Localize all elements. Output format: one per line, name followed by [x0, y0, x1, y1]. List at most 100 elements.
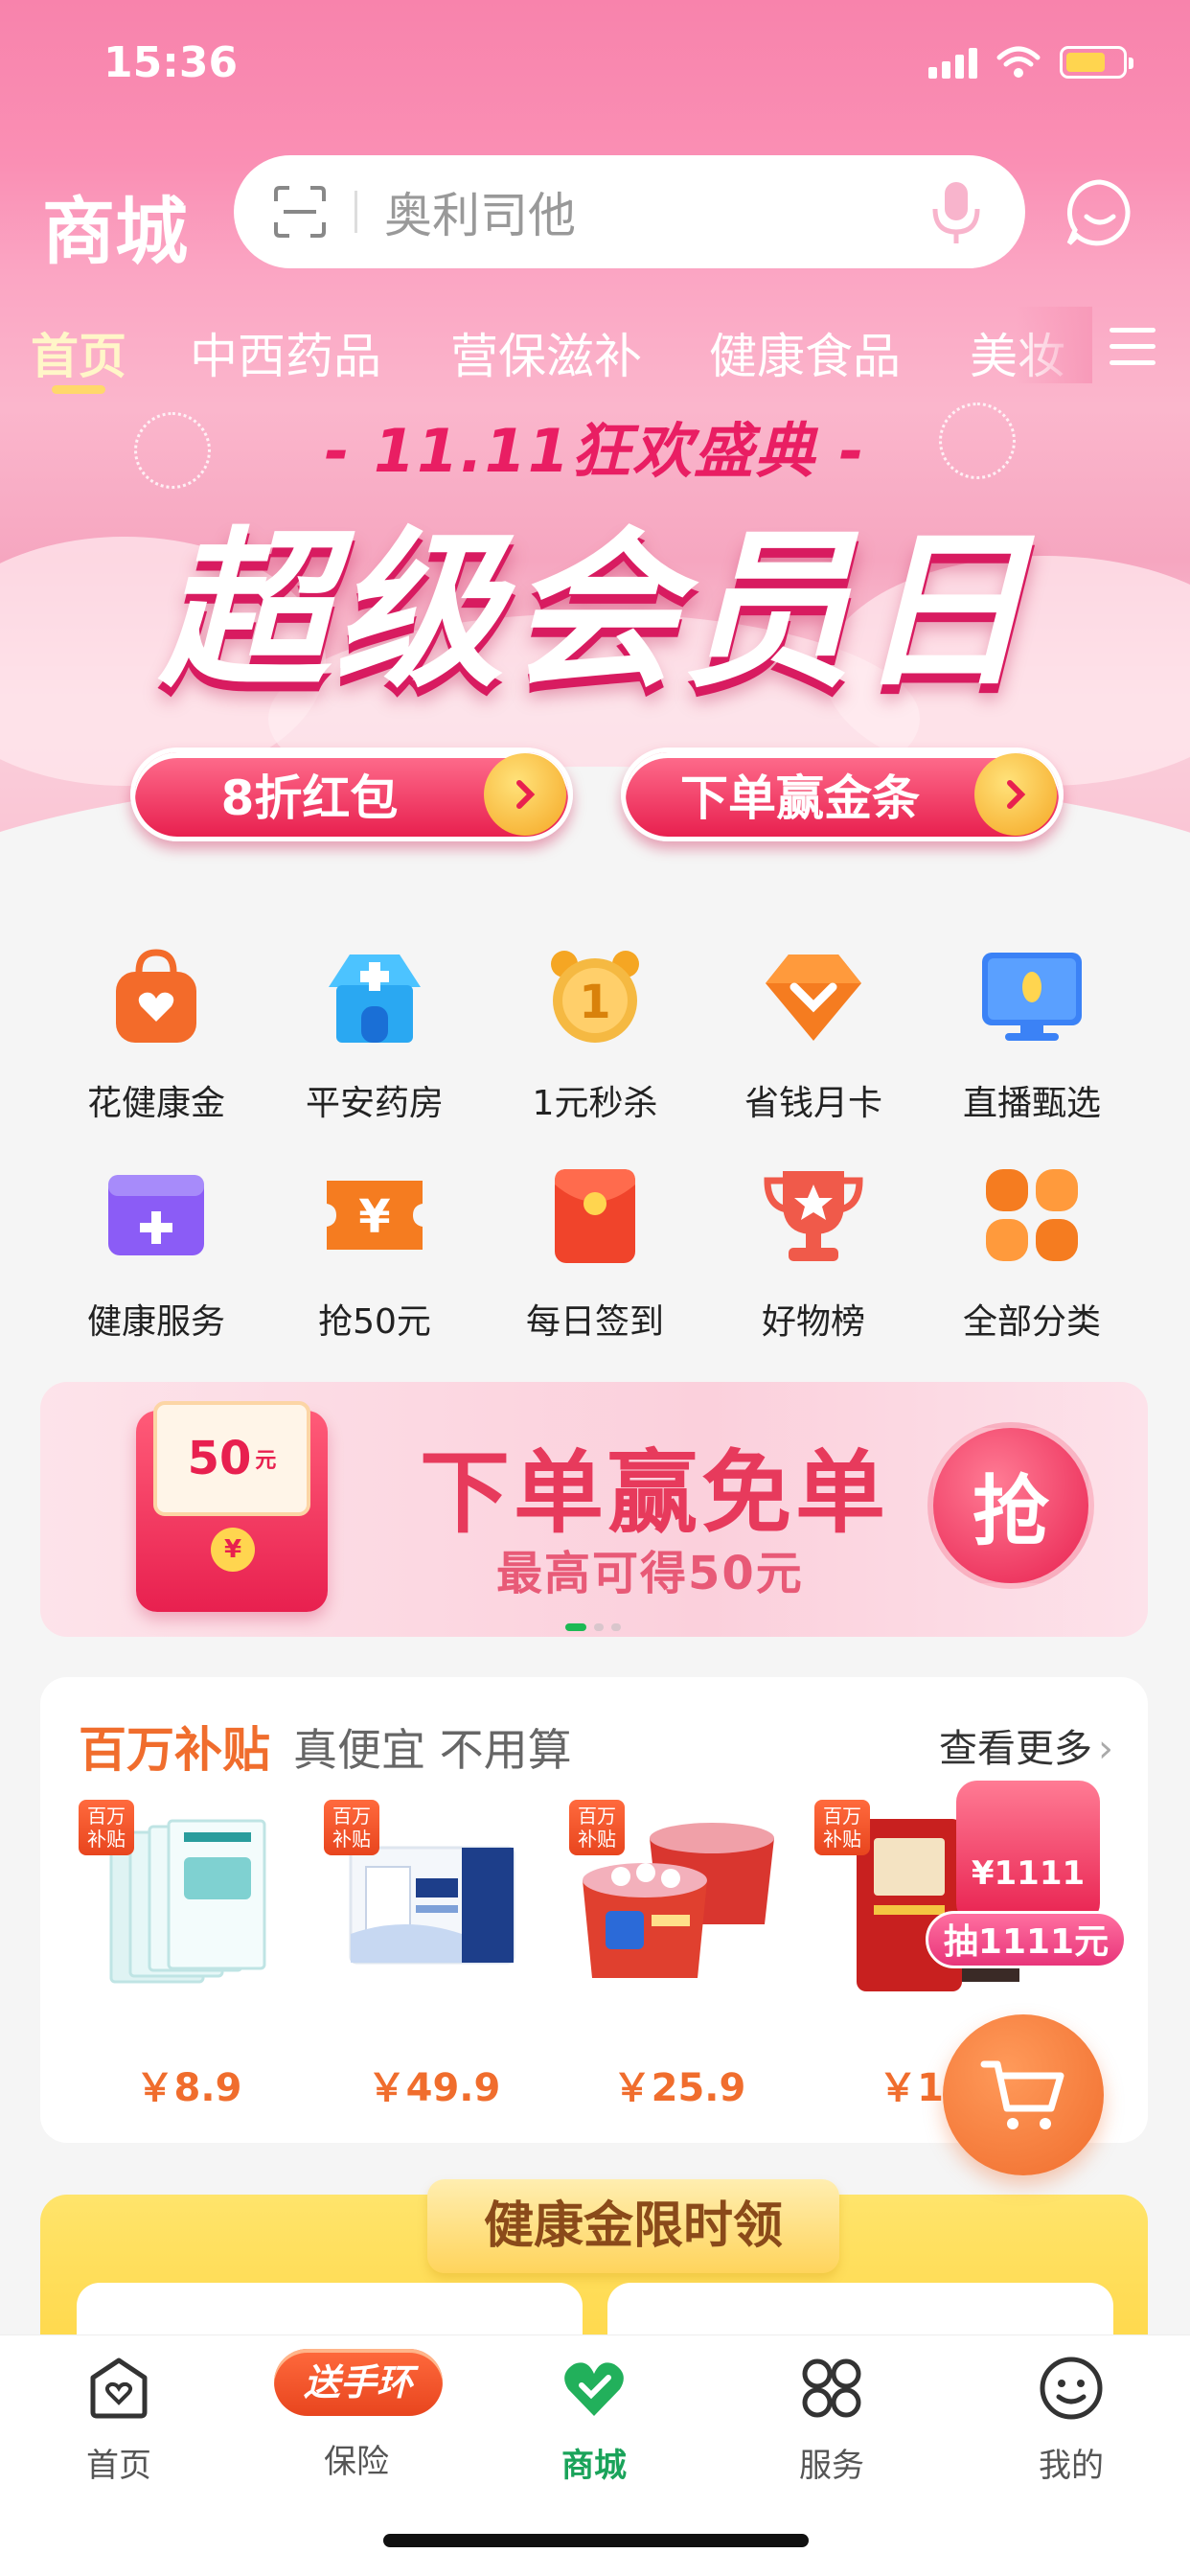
- pharmacy-icon: [329, 954, 421, 1043]
- banner-title[interactable]: 超级会员日: [0, 473, 1190, 720]
- page-title: 商城: [42, 189, 188, 274]
- grid-label: 花健康金: [86, 1084, 225, 1123]
- tab-home[interactable]: 首页: [31, 318, 126, 387]
- product-card[interactable]: 百万补贴 ￥8.9: [79, 1800, 299, 2126]
- wifi-icon: [996, 46, 1041, 78]
- grid-item-pharmacy[interactable]: 平安药房: [264, 943, 485, 1125]
- coupon-icon: ¥: [327, 1181, 423, 1250]
- grid-item-monthly-card[interactable]: 省钱月卡: [703, 943, 924, 1125]
- product-price: ￥25.9: [612, 2066, 746, 2110]
- message-icon[interactable]: [1065, 178, 1134, 247]
- red-packet-label: 8折红包: [220, 770, 399, 826]
- nav-label: 商城: [561, 2447, 627, 2485]
- tab-fade: [1016, 307, 1092, 383]
- grid-item-health-gold[interactable]: 花健康金: [46, 943, 266, 1125]
- medical-card-icon: [108, 1175, 204, 1255]
- monitor-icon: [982, 953, 1082, 1041]
- microphone-icon[interactable]: [927, 178, 985, 245]
- product-card[interactable]: 百万补贴 ￥25.9: [569, 1800, 790, 2126]
- nav-label: 保险: [324, 2443, 389, 2481]
- envelope-value: 50 元: [153, 1401, 310, 1516]
- nav-home[interactable]: 首页: [0, 2355, 238, 2486]
- menu-icon[interactable]: [1110, 328, 1156, 366]
- grid-item-all-categories[interactable]: 全部分类: [922, 1162, 1142, 1344]
- product-price: ￥8.9: [135, 2066, 242, 2110]
- grid-label: 每日签到: [525, 1302, 664, 1342]
- tab-medicine[interactable]: 中西药品: [190, 318, 381, 387]
- search-input[interactable]: 奥利司他: [384, 177, 927, 246]
- grab-button[interactable]: 抢: [927, 1422, 1094, 1589]
- promo-banner[interactable]: 50 元 ¥ 下单赢免单 最高可得50元 抢: [40, 1382, 1148, 1637]
- signal-icon: [928, 46, 977, 79]
- grid-item-flash-sale[interactable]: 1 1元秒杀: [485, 943, 705, 1125]
- subsidy-title: 百万补贴: [79, 1722, 270, 1778]
- coin-icon: ¥: [211, 1528, 255, 1572]
- grid-label: 省钱月卡: [744, 1084, 882, 1123]
- subsidy-badge: 百万补贴: [569, 1800, 625, 1855]
- free-band-badge[interactable]: 送手环: [274, 2349, 443, 2416]
- grid-item-rankings[interactable]: 好物榜: [703, 1162, 924, 1344]
- home-indicator: [383, 2534, 809, 2547]
- search-divider: [355, 191, 357, 233]
- svg-text:1: 1: [579, 976, 610, 1029]
- health-gold-title: 健康金限时领: [427, 2179, 839, 2273]
- nav-mall[interactable]: 商城: [475, 2355, 713, 2486]
- red-packet-button[interactable]: 8折红包: [130, 748, 573, 841]
- nav-label: 服务: [799, 2447, 864, 2485]
- mall-heart-icon: [564, 2362, 624, 2416]
- product-price: ￥49.9: [367, 2066, 501, 2110]
- nav-label: 首页: [86, 2447, 151, 2485]
- scan-icon[interactable]: [272, 184, 328, 240]
- tab-underline: [52, 385, 105, 394]
- red-envelope-illustration: 50 元 ¥: [136, 1401, 328, 1612]
- svg-text:¥: ¥: [358, 1190, 390, 1244]
- tab-nutrition[interactable]: 营保滋补: [450, 318, 642, 387]
- nav-profile[interactable]: 我的: [952, 2355, 1190, 2486]
- status-icons: [928, 46, 1133, 79]
- chevron-right-icon: [974, 753, 1057, 836]
- gold-bar-label: 下单赢金条: [680, 770, 920, 826]
- status-bar: 15:36: [0, 0, 1190, 134]
- grid-item-live[interactable]: 直播甄选: [922, 943, 1142, 1125]
- grid-label: 平安药房: [305, 1084, 444, 1123]
- promo-subtitle: 最高可得50元: [496, 1547, 804, 1600]
- gold-bar-button[interactable]: 下单赢金条: [621, 748, 1064, 841]
- grid-label: 健康服务: [86, 1302, 225, 1342]
- grid-label: 好物榜: [761, 1302, 865, 1342]
- diamond-icon: [766, 954, 861, 1041]
- home-icon: [90, 2358, 148, 2419]
- chevron-right-icon: [484, 753, 566, 836]
- profile-icon: [1040, 2357, 1103, 2420]
- status-time: 15:36: [103, 38, 239, 87]
- heart-bag-icon: [116, 949, 196, 1043]
- lucky-draw-label: 抽1111元: [926, 1911, 1127, 1968]
- red-envelope-icon: [555, 1169, 635, 1263]
- grid-item-grab-50[interactable]: ¥ 抢50元: [264, 1162, 485, 1344]
- nav-label: 我的: [1039, 2447, 1104, 2485]
- subsidy-badge: 百万补贴: [79, 1800, 134, 1855]
- cart-button[interactable]: [943, 2014, 1104, 2175]
- battery-icon: [1060, 46, 1133, 79]
- promo-title: 下单赢免单: [420, 1441, 890, 1546]
- grid-label: 直播甄选: [962, 1084, 1101, 1123]
- chevron-right-icon: ›: [1098, 1727, 1113, 1771]
- alarm-clock-icon: 1: [551, 951, 639, 1043]
- grid-label: 抢50元: [318, 1302, 431, 1342]
- tab-health-food[interactable]: 健康食品: [709, 318, 901, 387]
- carousel-dots: [565, 1623, 621, 1631]
- grid-label: 1元秒杀: [532, 1084, 658, 1123]
- grid-item-health-service[interactable]: 健康服务: [46, 1162, 266, 1344]
- lucky-draw-widget[interactable]: ¥1111 抽1111元: [926, 1781, 1136, 1972]
- view-more-link[interactable]: 查看更多 ›: [939, 1717, 1113, 1773]
- nav-services[interactable]: 服务: [713, 2355, 950, 2486]
- grid-label: 全部分类: [962, 1302, 1101, 1342]
- subsidy-badge: 百万补贴: [814, 1800, 870, 1855]
- subsidy-subtitle: 真便宜 不用算: [293, 1724, 572, 1776]
- grid-item-checkin[interactable]: 每日签到: [485, 1162, 705, 1344]
- search-bar[interactable]: 奥利司他: [234, 155, 1025, 268]
- clover-icon: [986, 1169, 1078, 1261]
- trophy-icon: [764, 1171, 863, 1261]
- hero-banner: 15:36 商城 奥利司他 首页 中西药品 营保滋补 健康食品 - 11.11狂…: [0, 0, 1190, 906]
- product-card[interactable]: 百万补贴 ￥49.9: [324, 1800, 544, 2126]
- cart-icon: [980, 2060, 1064, 2129]
